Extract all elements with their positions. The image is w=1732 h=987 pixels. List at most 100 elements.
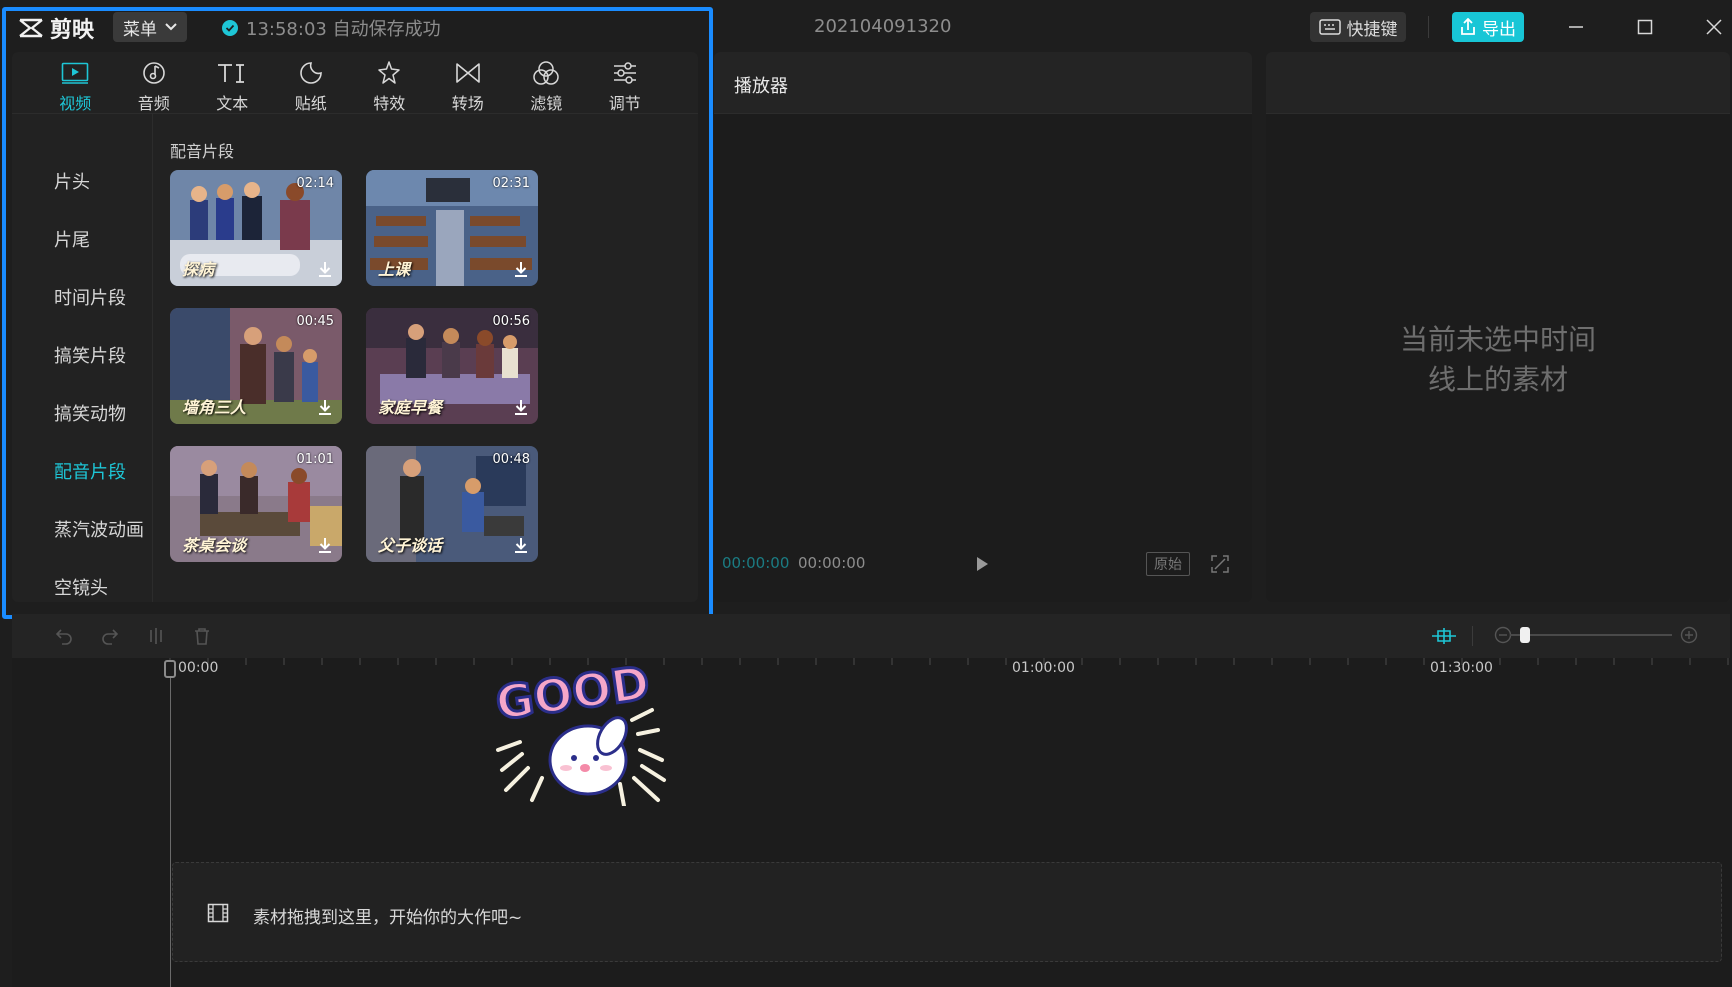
maximize-button[interactable]	[1630, 12, 1660, 42]
clip-card[interactable]: 00:45 墙角三人	[170, 308, 342, 424]
drop-zone-text: 素材拖拽到这里，开始你的大作吧~	[253, 908, 523, 928]
ruler-label: 01:30:00	[1430, 660, 1493, 676]
clip-card[interactable]: 00:48 父子谈话	[366, 446, 538, 562]
clip-name: 上课	[378, 260, 411, 279]
ruler-label: 00:00	[178, 660, 219, 676]
tab-text[interactable]: 文本	[193, 52, 272, 114]
clip-duration: 00:45	[296, 314, 334, 329]
capcut-logo-icon	[19, 18, 43, 38]
ruler-label: 01:00:00	[1012, 660, 1075, 676]
menu-button[interactable]: 菜单	[113, 12, 187, 42]
close-icon	[1706, 19, 1722, 35]
close-button[interactable]	[1699, 12, 1729, 42]
clip-name: 父子谈话	[378, 536, 443, 555]
minimize-button[interactable]	[1561, 12, 1591, 42]
empty-state-line: 当前未选中时间	[1399, 323, 1596, 356]
time-ruler[interactable]: 00:00 01:00:00 01:30:00	[12, 658, 1730, 688]
category-item-time[interactable]: 时间片段	[54, 284, 126, 310]
tab-video[interactable]: 视频	[36, 52, 115, 114]
keyboard-icon	[1318, 19, 1341, 35]
clip-card[interactable]: 00:56 家庭早餐	[366, 308, 538, 424]
autosave-status: 13:58:03 自动保存成功	[222, 15, 441, 41]
download-icon[interactable]	[316, 536, 334, 554]
download-icon[interactable]	[512, 398, 530, 416]
film-icon	[207, 903, 229, 923]
player-panel: 播放器 00:00:00 00:00:00 原始	[714, 52, 1252, 602]
split-icon[interactable]	[146, 626, 166, 646]
shortcut-label: 快捷键	[1346, 19, 1398, 40]
minimize-icon	[1569, 26, 1583, 28]
tab-transition[interactable]: 转场	[429, 52, 508, 114]
clip-duration: 00:48	[492, 452, 530, 467]
export-label: 导出	[1482, 19, 1516, 40]
menu-label: 菜单	[123, 19, 157, 40]
app-logo: 剪映	[18, 12, 94, 44]
inspector-header	[1266, 52, 1730, 114]
good-sticker[interactable]: GOOD	[492, 650, 672, 806]
clip-name: 家庭早餐	[378, 398, 443, 417]
category-list: 片头 片尾 时间片段 搞笑片段 搞笑动物 配音片段 蒸汽波动画 空镜头	[12, 114, 152, 602]
audio-icon	[142, 62, 165, 84]
player-title: 播放器	[734, 76, 788, 97]
clip-card[interactable]: 02:14 探病	[170, 170, 342, 286]
clip-name: 茶桌会谈	[182, 536, 247, 555]
clip-name: 探病	[182, 260, 215, 279]
export-button[interactable]: 导出	[1452, 12, 1524, 42]
tab-filter[interactable]: 滤镜	[507, 52, 586, 114]
timeline-panel: 00:00 01:00:00 01:30:00 素材拖拽到这里，开始你的大作吧~	[12, 614, 1730, 987]
check-circle-icon	[222, 20, 238, 36]
zoom-slider-track[interactable]	[1510, 634, 1672, 636]
clip-card[interactable]: 02:31 上课	[366, 170, 538, 286]
drop-zone[interactable]: 素材拖拽到这里，开始你的大作吧~	[172, 862, 1722, 962]
delete-icon[interactable]	[192, 626, 212, 646]
redo-icon[interactable]	[100, 626, 120, 646]
media-panel: 视频 音频 文本 贴纸 特效 转场 滤镜 调节 片头 片尾 时间片段 搞笑片段 …	[12, 52, 698, 602]
adjust-icon	[613, 62, 636, 84]
tool-tabs: 视频 音频 文本 贴纸 特效 转场 滤镜 调节	[12, 52, 698, 114]
download-icon[interactable]	[316, 260, 334, 278]
category-item-empty-shots[interactable]: 空镜头	[54, 574, 108, 600]
app-name: 剪映	[50, 18, 95, 43]
transition-icon	[455, 63, 480, 83]
snap-icon[interactable]	[1430, 626, 1458, 646]
download-icon[interactable]	[512, 260, 530, 278]
zoom-slider-thumb[interactable]	[1520, 627, 1530, 643]
shortcut-button[interactable]: 快捷键	[1310, 12, 1406, 42]
tab-adjust[interactable]: 调节	[586, 52, 665, 114]
section-title: 配音片段	[170, 142, 235, 161]
tab-effects[interactable]: 特效	[350, 52, 429, 114]
zoom-in-icon[interactable]	[1680, 626, 1698, 644]
clip-card[interactable]: 01:01 茶桌会谈	[170, 446, 342, 562]
inspector-panel: 当前未选中时间 线上的素材	[1266, 52, 1730, 602]
player-header: 播放器	[714, 52, 1252, 114]
divider	[152, 114, 153, 602]
text-icon	[218, 64, 245, 83]
chevron-down-icon	[165, 23, 177, 31]
category-item-intro[interactable]: 片头	[54, 168, 90, 194]
category-item-vaporwave[interactable]: 蒸汽波动画	[54, 516, 144, 542]
playhead-handle[interactable]	[164, 660, 176, 678]
fullscreen-icon[interactable]	[1210, 554, 1230, 574]
category-item-funny-clips[interactable]: 搞笑片段	[54, 342, 126, 368]
category-item-funny-animals[interactable]: 搞笑动物	[54, 400, 126, 426]
title-bar: 剪映 菜单 13:58:03 自动保存成功 202104091320 快捷键 导…	[0, 0, 1732, 52]
download-icon[interactable]	[512, 536, 530, 554]
tab-sticker[interactable]: 贴纸	[272, 52, 351, 114]
clip-duration: 01:01	[296, 452, 334, 467]
play-icon[interactable]	[972, 554, 992, 574]
category-item-outro[interactable]: 片尾	[54, 226, 90, 252]
clip-duration: 02:31	[492, 176, 530, 191]
export-icon	[1461, 18, 1475, 35]
undo-icon[interactable]	[54, 626, 74, 646]
filter-icon	[533, 61, 559, 85]
autosave-text: 13:58:03 自动保存成功	[246, 19, 441, 40]
download-icon[interactable]	[316, 398, 334, 416]
clip-name: 墙角三人	[182, 398, 247, 417]
category-item-dubbing[interactable]: 配音片段	[54, 458, 126, 484]
playhead-line	[170, 664, 171, 987]
tab-audio[interactable]: 音频	[115, 52, 194, 114]
sticker-lettering: GOOD	[492, 655, 652, 730]
divider	[1428, 16, 1429, 38]
sticker-icon	[299, 62, 322, 84]
ratio-button[interactable]: 原始	[1146, 552, 1190, 576]
